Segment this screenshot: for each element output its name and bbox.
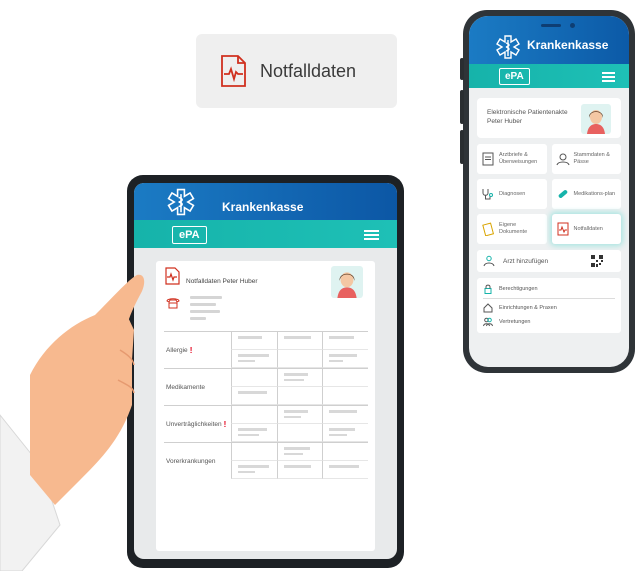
phone-app-bar: ePA: [469, 64, 629, 88]
tile-eigene-dokumente[interactable]: Eigene Dokumente: [477, 214, 547, 244]
profile-title: Elektronische Patientenakte: [487, 109, 568, 116]
lock-icon: [484, 284, 492, 294]
emergency-record-icon: [557, 222, 568, 236]
notfalldaten-chip: Notfalldaten: [196, 34, 397, 108]
list-item-berechtigungen[interactable]: Berechtigungen: [483, 282, 615, 296]
hand-illustration: [0, 274, 145, 571]
section-vorerkrankungen: Vorerkrankungen: [164, 442, 368, 479]
card-title: Notfalldaten Peter Huber: [186, 278, 258, 285]
profile-card[interactable]: Elektronische Patientenakte Peter Huber: [477, 98, 621, 138]
tile-arztbriefe[interactable]: Arztbriefe & Überweisungen: [477, 144, 547, 174]
phone-screen: Krankenkasse ePA Elektronische Patienten…: [469, 16, 629, 367]
tablet-brand: Krankenkasse: [222, 200, 304, 214]
alert-icon: !: [189, 345, 193, 355]
home-icon: [483, 303, 493, 313]
stethoscope-icon: [482, 189, 493, 200]
emergency-record-icon: [221, 55, 246, 87]
tile-diagnosen[interactable]: Diagnosen: [477, 179, 547, 209]
avatar: [581, 104, 611, 134]
list-item-einrichtungen[interactable]: Einrichtungen & Praxen: [483, 301, 615, 315]
documents-icon: [482, 222, 495, 236]
doctor-icon: [483, 255, 495, 267]
phone-device: Krankenkasse ePA Elektronische Patienten…: [460, 10, 635, 373]
document-icon: [482, 152, 494, 166]
emergency-data-card: Notfalldaten Peter Huber Allergie! Medik…: [156, 261, 375, 551]
phone-brand: Krankenkasse: [527, 38, 609, 52]
tile-medikationsplan[interactable]: Medikations-plan: [551, 179, 621, 209]
profile-name: Peter Huber: [487, 118, 523, 125]
epa-badge: ePA: [499, 68, 530, 85]
list-item-vertretungen[interactable]: Vertretungen: [483, 315, 615, 329]
settings-list: Berechtigungen Einrichtungen & Praxen Ve…: [477, 278, 621, 333]
section-allergie: Allergie!: [164, 331, 368, 368]
emergency-data-table: Allergie! Medikamente Unverträglichkeite…: [164, 331, 368, 479]
menu-icon[interactable]: [602, 72, 615, 84]
star-of-life-logo-icon: [167, 188, 195, 216]
avatar: [331, 266, 363, 298]
section-unvertraeglichkeiten: Unverträglichkeiten!: [164, 405, 368, 442]
chip-label: Notfalldaten: [260, 60, 357, 81]
tile-notfalldaten[interactable]: Notfalldaten: [551, 214, 621, 244]
star-of-life-logo-icon: [496, 35, 520, 59]
menu-icon[interactable]: [364, 230, 379, 242]
person-icon: [556, 153, 569, 166]
section-medikamente: Medikamente: [164, 368, 368, 405]
alert-icon: !: [223, 419, 227, 429]
phone-header: Krankenkasse: [469, 16, 629, 64]
pill-icon: [558, 190, 567, 198]
people-icon: [483, 317, 493, 327]
add-doctor-button[interactable]: Arzt hinzufügen: [477, 250, 621, 272]
qr-code-icon[interactable]: [591, 255, 603, 267]
tile-stammdaten[interactable]: Stammdaten & Pässe: [551, 144, 621, 174]
tablet-header: Krankenkasse: [134, 183, 397, 220]
contact-placeholder: [190, 296, 222, 324]
